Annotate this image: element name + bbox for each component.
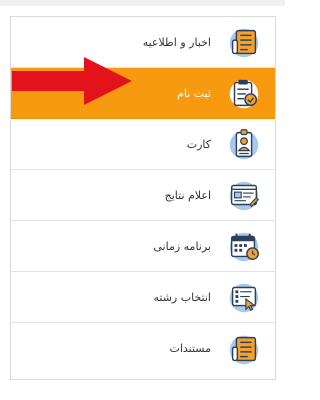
- documents-icon: [225, 330, 263, 368]
- menu-item-schedule[interactable]: برنامه زمانی: [11, 221, 275, 272]
- newspaper-icon: [225, 23, 263, 61]
- menu-item-documents[interactable]: مستندات: [11, 323, 275, 374]
- menu-item-label: مستندات: [169, 342, 211, 355]
- menu-item-label: کارت: [186, 137, 211, 151]
- clipboard-check-icon: [225, 74, 263, 112]
- results-board-icon: [225, 176, 263, 214]
- field-selection-icon: [225, 278, 263, 316]
- menu-item-field-selection[interactable]: انتخاب رشته: [11, 272, 275, 323]
- top-strip: [0, 0, 285, 6]
- menu-item-card[interactable]: کارت: [11, 119, 275, 170]
- id-card-icon: [225, 125, 263, 163]
- menu-item-label: اعلام نتایج: [164, 188, 211, 202]
- red-arrow-icon: [12, 57, 132, 105]
- menu-item-label: اخبار و اطلاعیه: [142, 35, 211, 49]
- calendar-clock-icon: [225, 227, 263, 265]
- menu-item-label: ثبت نام: [177, 86, 211, 100]
- menu-item-label: برنامه زمانی: [153, 239, 211, 253]
- menu-item-results[interactable]: اعلام نتایج: [11, 170, 275, 221]
- menu-item-label: انتخاب رشته: [153, 290, 212, 304]
